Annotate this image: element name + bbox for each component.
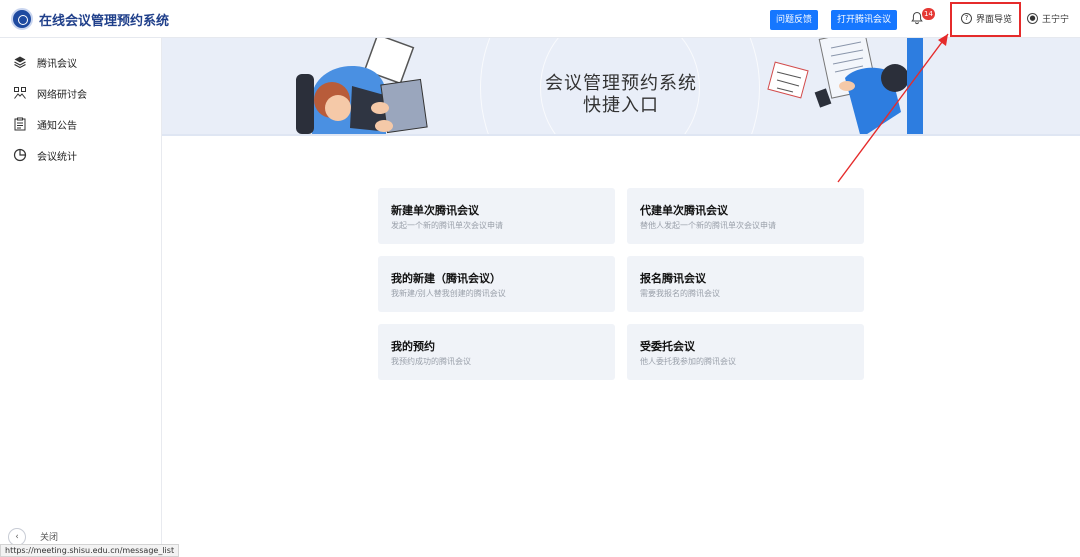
question-icon: ? [961, 13, 972, 24]
notification-badge: 14 [922, 8, 935, 20]
sidebar: 腾讯会议 网络研讨会 通知公告 会议统计 ‹ 关闭 [0, 38, 162, 557]
app-title[interactable]: 在线会议管理预约系统 [39, 10, 169, 29]
guide-label: 界面导览 [976, 15, 1013, 25]
card-title: 我的新建（腾讯会议） [391, 272, 501, 285]
clipboard-icon [14, 117, 26, 131]
card-description: 需要我报名的腾讯会议 [640, 289, 720, 298]
annotation-arrow-icon [837, 33, 949, 183]
sidebar-item-label: 会议统计 [37, 151, 77, 163]
sidebar-item-statistics[interactable]: 会议统计 [0, 142, 161, 168]
card-my-reservations[interactable]: 我的预约 我预约成功的腾讯会议 [378, 324, 615, 380]
sidebar-item-tencent-meeting[interactable]: 腾讯会议 [0, 49, 161, 75]
card-description: 我预约成功的腾讯会议 [391, 357, 471, 366]
card-my-created[interactable]: 我的新建（腾讯会议） 我新建/别人替我创建的腾讯会议 [378, 256, 615, 312]
status-bar-url: https://meeting.shisu.edu.cn/message_lis… [0, 544, 180, 557]
user-menu[interactable]: ● 王宁宁 [1027, 12, 1069, 25]
sidebar-item-label: 腾讯会议 [37, 58, 77, 70]
pie-chart-icon [13, 148, 27, 162]
card-title: 我的预约 [391, 340, 435, 353]
card-create-meeting[interactable]: 新建单次腾讯会议 发起一个新的腾讯单次会议申请 [378, 188, 615, 244]
card-description: 我新建/别人替我创建的腾讯会议 [391, 289, 506, 298]
card-title: 新建单次腾讯会议 [391, 204, 479, 217]
interface-guide-link[interactable]: ? 界面导览 [961, 12, 1012, 25]
card-create-for-others[interactable]: 代建单次腾讯会议 替他人发起一个新的腾讯单次会议申请 [627, 188, 864, 244]
sidebar-item-webinar[interactable]: 网络研讨会 [0, 80, 161, 106]
card-title: 代建单次腾讯会议 [640, 204, 728, 217]
card-title: 报名腾讯会议 [640, 272, 706, 285]
feedback-button[interactable]: 问题反馈 [770, 10, 819, 30]
chevron-left-icon: ‹ [15, 532, 19, 542]
user-name: 王宁宁 [1042, 15, 1070, 25]
user-icon: ● [1027, 13, 1038, 24]
layers-icon [14, 56, 26, 69]
collapse-label[interactable]: 关闭 [40, 530, 58, 543]
card-description: 替他人发起一个新的腾讯单次会议申请 [640, 221, 776, 230]
card-delegated-meetings[interactable]: 受委托会议 他人委托我参加的腾讯会议 [627, 324, 864, 380]
sidebar-item-label: 通知公告 [37, 120, 77, 132]
card-title: 受委托会议 [640, 340, 695, 353]
card-register-meeting[interactable]: 报名腾讯会议 需要我报名的腾讯会议 [627, 256, 864, 312]
webinar-icon [14, 87, 26, 99]
university-logo [11, 8, 33, 30]
card-description: 发起一个新的腾讯单次会议申请 [391, 221, 503, 230]
sidebar-item-label: 网络研讨会 [37, 89, 87, 101]
card-description: 他人委托我参加的腾讯会议 [640, 357, 736, 366]
sidebar-item-announcements[interactable]: 通知公告 [0, 111, 161, 137]
